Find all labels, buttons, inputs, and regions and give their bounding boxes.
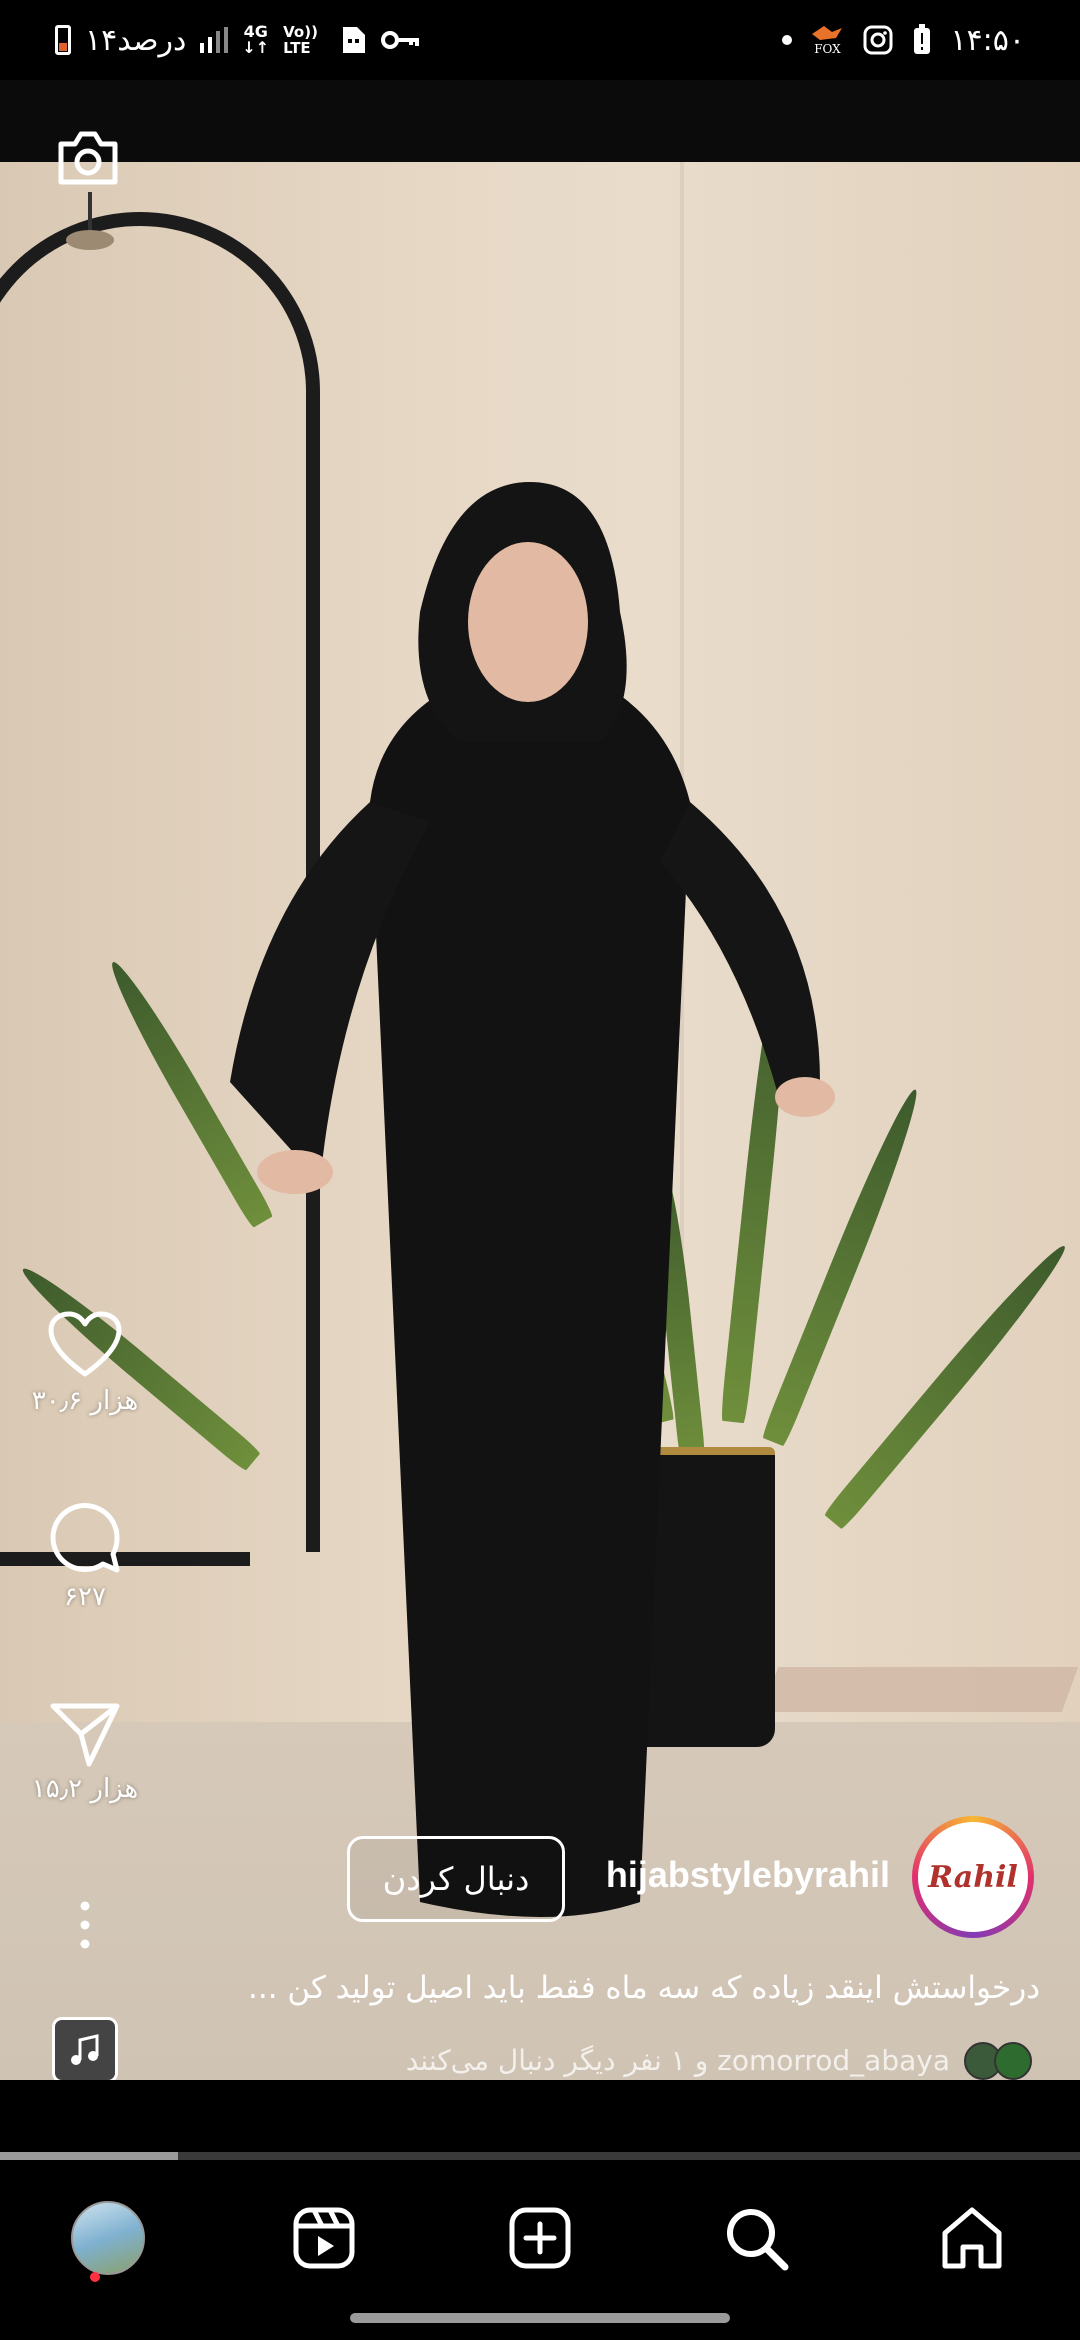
data-arrows-icon: ↓↑ xyxy=(242,38,270,57)
video-lamp xyxy=(66,192,114,250)
create-post-icon xyxy=(509,2207,571,2269)
home-icon xyxy=(942,2207,1002,2269)
nav-profile[interactable] xyxy=(58,2188,158,2288)
video-progress-fill xyxy=(0,2152,179,2160)
video-progress-bar[interactable] xyxy=(0,2152,1080,2160)
battery-percent: ۱۴درصد xyxy=(85,22,187,58)
profile-avatar xyxy=(71,2201,145,2275)
instagram-icon xyxy=(863,25,893,55)
music-icon[interactable] xyxy=(52,2017,118,2083)
share-action: ۱۵٫۲ هزار xyxy=(25,1700,145,1804)
reels-icon xyxy=(293,2207,355,2269)
author-avatar-logo: Rahil xyxy=(928,1859,1018,1895)
volte-indicator: Vo)) LTE xyxy=(283,23,318,57)
signal-icon xyxy=(200,27,229,53)
status-bar-right: FOX ۱۴:۵۰ xyxy=(782,0,1025,80)
shares-count: ۱۵٫۲ هزار xyxy=(31,1774,139,1804)
nav-home[interactable] xyxy=(922,2188,1022,2288)
comment-action: ۶۲۷ xyxy=(25,1500,145,1612)
status-bar: ۱۴درصد 4G ↓↑ Vo)) LTE FOX ۱۴:۵۰ xyxy=(0,0,1080,80)
notification-dot xyxy=(90,2272,100,2282)
top-band xyxy=(0,80,1080,162)
search-icon xyxy=(727,2209,789,2271)
vpn-key-icon xyxy=(381,31,420,49)
author-avatar[interactable]: Rahil xyxy=(912,1816,1034,1938)
nav-create[interactable] xyxy=(490,2188,590,2288)
send-icon[interactable] xyxy=(25,1700,145,1768)
nav-reels[interactable] xyxy=(274,2188,374,2288)
comments-count: ۶۲۷ xyxy=(64,1582,106,1612)
author-row: Rahil hijabstylebyrahil دنبال کردن xyxy=(0,1812,1080,1942)
nav-search[interactable] xyxy=(706,2188,806,2288)
heart-icon[interactable] xyxy=(25,1310,145,1380)
battery-icon xyxy=(55,25,71,55)
comment-icon[interactable] xyxy=(25,1500,145,1576)
bottom-nav xyxy=(0,2160,1080,2310)
video-person xyxy=(230,482,835,1917)
camera-icon[interactable] xyxy=(55,128,121,192)
reel-video[interactable] xyxy=(0,162,1080,2080)
notification-dot-icon xyxy=(782,35,793,45)
network-4g-indicator: 4G ↓↑ xyxy=(242,22,270,57)
reel-caption[interactable]: درخواستش اینقد زیاده که سه ماه فقط باید … xyxy=(170,1970,1040,2006)
sim-icon xyxy=(343,27,366,53)
followed-by-text: zomorrod_abaya و ۱ نفر دیگر دنبال می‌کنن… xyxy=(405,2044,950,2077)
like-action: ۳۰٫۶ هزار xyxy=(25,1310,145,1416)
author-username[interactable]: hijabstylebyrahil xyxy=(600,1854,890,1896)
fox-app-icon: FOX xyxy=(810,24,844,56)
follow-button[interactable]: دنبال کردن xyxy=(347,1836,565,1922)
likes-count: ۳۰٫۶ هزار xyxy=(31,1386,139,1416)
follower-avatar xyxy=(994,2042,1032,2080)
clock: ۱۴:۵۰ xyxy=(950,22,1025,58)
gesture-home-bar[interactable] xyxy=(350,2313,730,2323)
status-bar-left: ۱۴درصد 4G ↓↑ Vo)) LTE xyxy=(55,0,420,80)
battery-alert-icon xyxy=(914,24,931,54)
